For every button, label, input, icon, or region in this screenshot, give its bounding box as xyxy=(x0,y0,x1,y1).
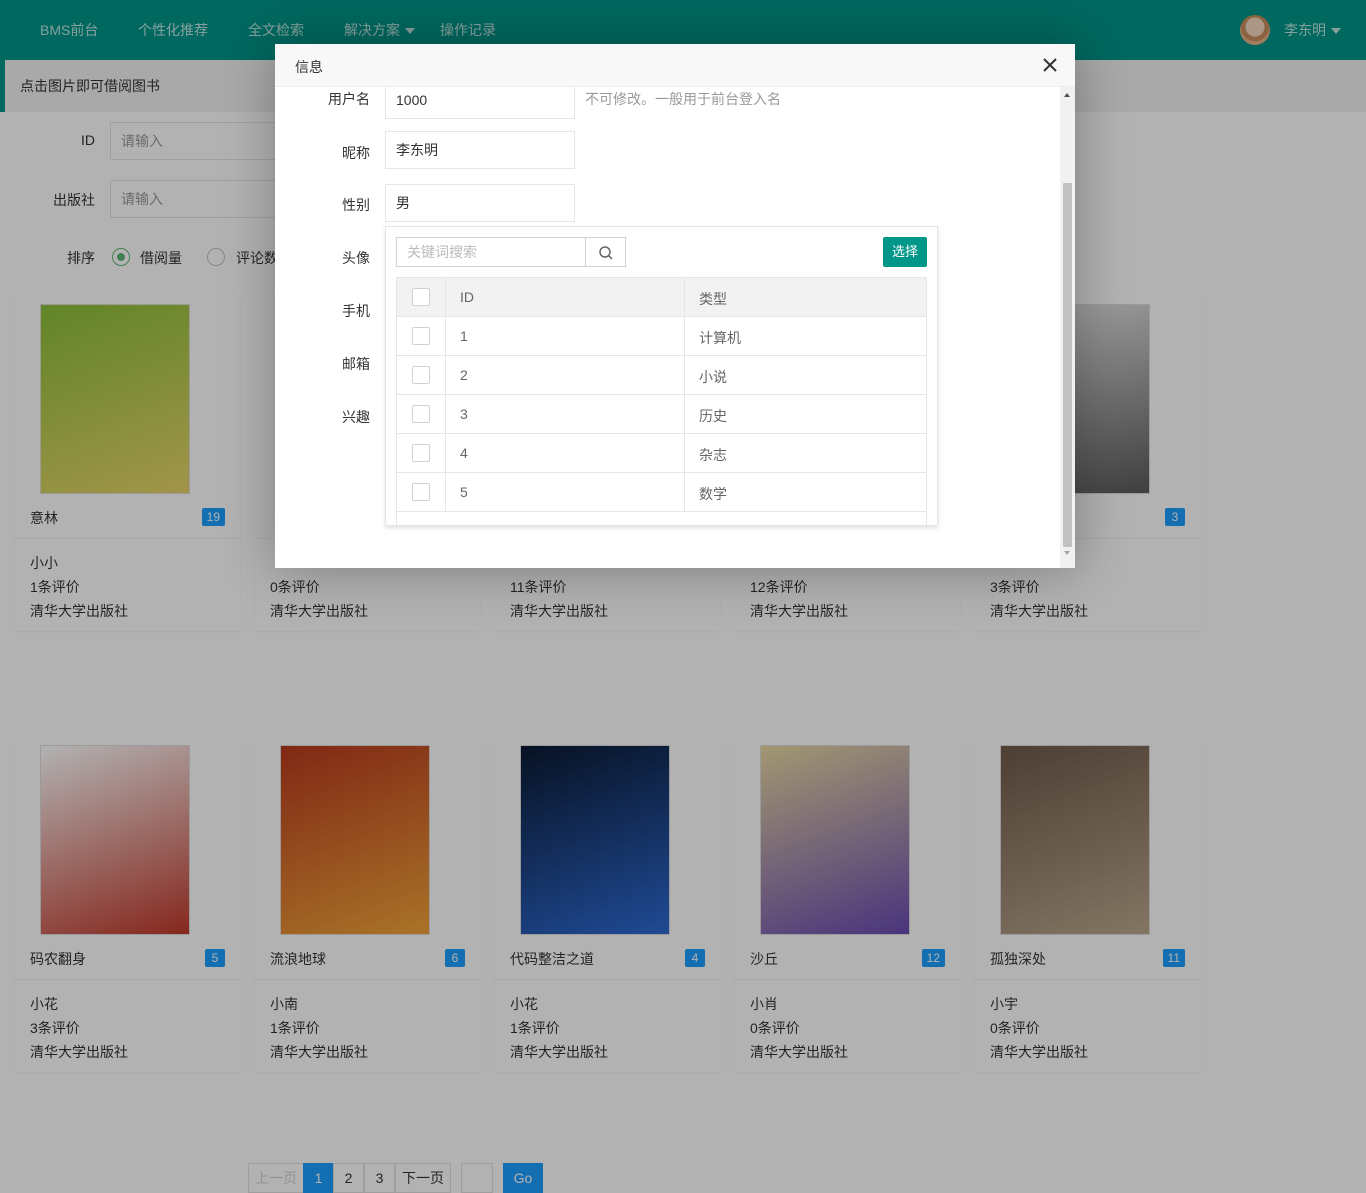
type-table-select: 关键词搜索 选择 ID 类型 1 计算机 2 小说 3 历史 4 杂志 5 数学 xyxy=(385,226,938,526)
search-button[interactable] xyxy=(585,237,626,267)
row-type: 历史 xyxy=(699,408,727,424)
table-row[interactable]: 1 计算机 xyxy=(397,317,926,356)
table-row[interactable]: 5 数学 xyxy=(397,473,926,512)
table-header-row: ID 类型 xyxy=(397,277,926,317)
scroll-down-arrow-icon[interactable] xyxy=(1064,551,1070,555)
table-row[interactable]: 4 杂志 xyxy=(397,434,926,473)
row-checkbox[interactable] xyxy=(412,444,430,462)
interest-label: 兴趣 xyxy=(342,409,370,425)
close-icon[interactable] xyxy=(1041,56,1059,74)
column-header-type: 类型 xyxy=(699,291,727,307)
column-divider xyxy=(684,317,685,355)
row-type: 小说 xyxy=(699,369,727,385)
table-row[interactable]: 2 小说 xyxy=(397,356,926,395)
avatar-label: 头像 xyxy=(342,250,370,266)
column-divider xyxy=(684,395,685,433)
email-label: 邮箱 xyxy=(342,356,370,372)
table-spacer xyxy=(397,512,926,525)
column-divider xyxy=(445,473,446,511)
row-checkbox[interactable] xyxy=(412,405,430,423)
modal-header: 信息 xyxy=(275,44,1075,87)
select-button[interactable]: 选择 xyxy=(883,237,927,267)
column-divider xyxy=(684,434,685,472)
row-checkbox[interactable] xyxy=(412,483,430,501)
row-id: 3 xyxy=(460,406,468,422)
row-id: 4 xyxy=(460,445,468,461)
scroll-up-arrow-icon[interactable] xyxy=(1064,93,1070,97)
column-divider xyxy=(445,278,446,316)
info-modal: 信息 用户名 1000 不可修改。一般用于前台登入名 昵称 李东明 性别 男 头… xyxy=(275,44,1075,568)
search-icon xyxy=(599,246,613,260)
row-type: 计算机 xyxy=(699,330,741,346)
row-type: 杂志 xyxy=(699,447,727,463)
username-input[interactable]: 1000 xyxy=(385,87,575,119)
scroll-thumb[interactable] xyxy=(1063,183,1072,547)
column-divider xyxy=(684,473,685,511)
modal-title: 信息 xyxy=(295,59,323,75)
gender-input[interactable]: 男 xyxy=(385,184,575,222)
column-header-id: ID xyxy=(460,289,474,305)
column-divider xyxy=(445,434,446,472)
keyword-search-input[interactable]: 关键词搜索 xyxy=(396,237,586,267)
column-divider xyxy=(684,278,685,316)
row-checkbox[interactable] xyxy=(412,327,430,345)
table-row[interactable]: 3 历史 xyxy=(397,395,926,434)
row-id: 1 xyxy=(460,328,468,344)
select-all-checkbox[interactable] xyxy=(412,288,430,306)
username-hint: 不可修改。一般用于前台登入名 xyxy=(585,91,781,107)
phone-label: 手机 xyxy=(342,303,370,319)
username-label: 用户名 xyxy=(328,91,370,107)
type-table: ID 类型 1 计算机 2 小说 3 历史 4 杂志 5 数学 xyxy=(396,277,927,525)
gender-label: 性别 xyxy=(342,197,370,213)
row-id: 2 xyxy=(460,367,468,383)
row-checkbox[interactable] xyxy=(412,366,430,384)
column-divider xyxy=(445,395,446,433)
nickname-label: 昵称 xyxy=(342,145,370,161)
modal-body: 用户名 1000 不可修改。一般用于前台登入名 昵称 李东明 性别 男 头像 手… xyxy=(275,87,1075,568)
nickname-input[interactable]: 李东明 xyxy=(385,131,575,169)
column-divider xyxy=(684,356,685,394)
column-divider xyxy=(445,356,446,394)
row-id: 5 xyxy=(460,484,468,500)
table-body: 1 计算机 2 小说 3 历史 4 杂志 5 数学 xyxy=(397,317,926,512)
row-type: 数学 xyxy=(699,486,727,502)
modal-scrollbar[interactable] xyxy=(1060,87,1075,568)
column-divider xyxy=(445,317,446,355)
